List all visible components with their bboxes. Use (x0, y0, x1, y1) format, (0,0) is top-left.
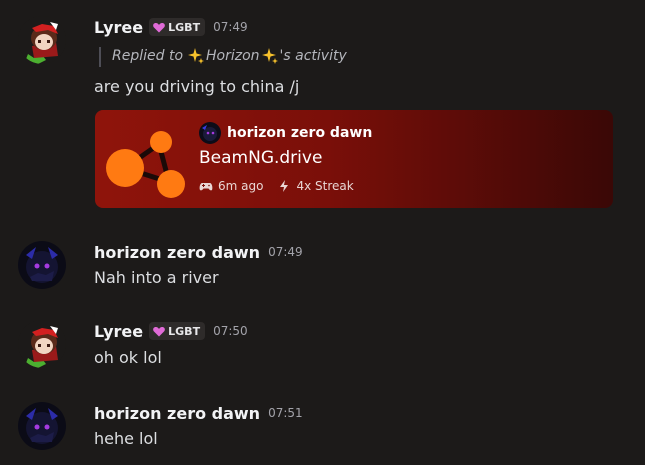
user-tag[interactable]: LGBT (149, 18, 206, 36)
activity-username: horizon zero dawn (227, 125, 373, 141)
avatar-lyree[interactable] (18, 320, 66, 368)
reply-connector (99, 47, 106, 67)
username[interactable]: Lyree (94, 18, 143, 37)
chat-log: Lyree LGBT 07:49 Replied to Horizon 's a… (0, 0, 645, 465)
avatar-horizon[interactable] (18, 402, 66, 450)
message-text: hehe lol (94, 429, 158, 448)
avatar-horizon[interactable] (18, 241, 66, 289)
timestamp[interactable]: 07:49 (213, 20, 248, 34)
activity-user[interactable]: horizon zero dawn (199, 122, 372, 144)
purple-heart-icon (153, 22, 165, 32)
activity-card[interactable]: horizon zero dawn BeamNG.drive 6m ago 4x… (95, 110, 613, 208)
username[interactable]: horizon zero dawn (94, 243, 260, 262)
avatar-horizon-mini (199, 122, 221, 144)
timestamp[interactable]: 07:51 (268, 406, 303, 420)
timestamp[interactable]: 07:49 (268, 245, 303, 259)
reply-suffix: 's activity (279, 48, 347, 64)
username[interactable]: Lyree (94, 322, 143, 341)
lightning-icon (280, 180, 289, 192)
timestamp[interactable]: 07:50 (213, 324, 248, 338)
sparkles-icon (188, 48, 205, 64)
avatar-lyree[interactable] (18, 16, 66, 64)
activity-meta: 6m ago 4x Streak (199, 179, 354, 193)
beamng-game-icon (106, 131, 185, 198)
activity-game-title: BeamNG.drive (199, 148, 323, 168)
gamepad-icon (199, 183, 213, 191)
sparkles-icon (261, 48, 278, 64)
purple-heart-icon (153, 326, 165, 336)
user-tag-label: LGBT (168, 324, 201, 338)
activity-streak: 4x Streak (296, 179, 354, 193)
activity-elapsed: 6m ago (218, 179, 264, 193)
message-text: oh ok lol (94, 348, 162, 367)
reply-target-name: Horizon (206, 48, 260, 64)
user-tag-label: LGBT (168, 20, 201, 34)
username[interactable]: horizon zero dawn (94, 404, 260, 423)
reply-prefix: Replied to (112, 48, 184, 64)
message-text: Nah into a river (94, 268, 219, 287)
user-tag[interactable]: LGBT (149, 322, 206, 340)
message-text: are you driving to china /j (94, 77, 300, 96)
reply-reference[interactable]: Replied to Horizon 's activity (112, 47, 347, 65)
